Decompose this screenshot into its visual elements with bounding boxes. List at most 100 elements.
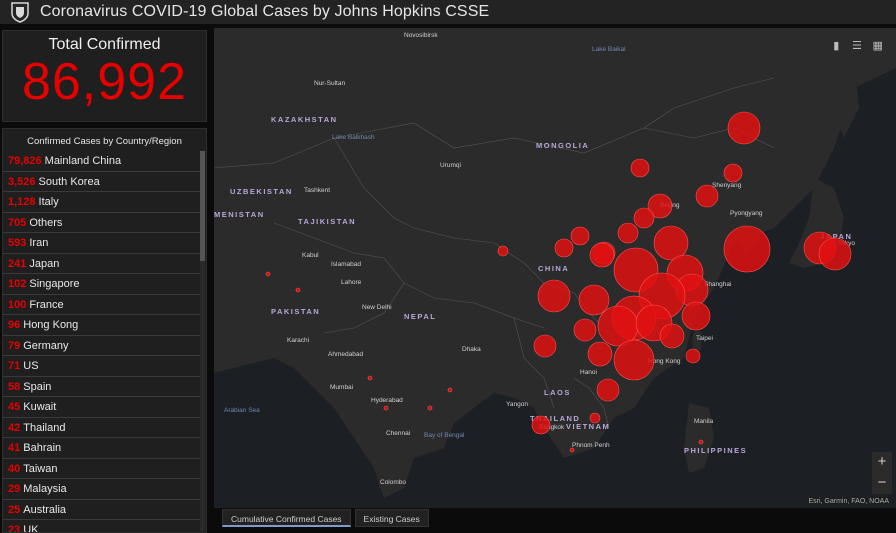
country-row[interactable]: 58 Spain <box>3 377 201 397</box>
total-confirmed-value: 86,992 <box>21 53 188 111</box>
tab-0[interactable]: Cumulative Confirmed Cases <box>222 509 351 527</box>
country-name: France <box>29 298 64 311</box>
case-bubble[interactable] <box>681 301 711 331</box>
country-case-count: 58 <box>8 380 21 393</box>
map-toolbar: ▮ ☰ ▦ <box>826 36 888 56</box>
country-name: UK <box>23 524 39 533</box>
country-row[interactable]: 40 Taiwan <box>3 459 201 479</box>
country-row[interactable]: 71 US <box>3 356 201 377</box>
country-name: Australia <box>23 503 67 516</box>
case-bubble[interactable] <box>587 341 613 367</box>
country-row[interactable]: 23 UK <box>3 520 201 533</box>
country-case-count: 79 <box>8 339 21 352</box>
case-bubble[interactable] <box>573 318 597 342</box>
tab-1[interactable]: Existing Cases <box>354 509 429 527</box>
case-bubble[interactable] <box>685 348 701 364</box>
case-bubble[interactable] <box>617 222 639 244</box>
country-case-count: 102 <box>8 278 27 290</box>
country-name: Kuwait <box>23 401 57 413</box>
case-bubble[interactable] <box>818 237 852 271</box>
country-name: Hong Kong <box>23 319 79 331</box>
case-bubble[interactable] <box>427 405 433 411</box>
country-list-scrollbar[interactable] <box>200 151 205 531</box>
case-bubble[interactable] <box>633 207 655 229</box>
country-name: Malaysia <box>23 483 67 495</box>
zoom-control: + − <box>872 452 892 494</box>
country-name: Mainland China <box>44 155 122 167</box>
case-bubble[interactable] <box>570 226 590 246</box>
case-bubble[interactable] <box>578 284 610 316</box>
country-case-count: 40 <box>8 462 21 475</box>
country-row[interactable]: 705 Others <box>3 213 201 233</box>
country-row[interactable]: 3,526 South Korea <box>3 172 201 192</box>
country-name: Japan <box>29 257 60 270</box>
case-bubble[interactable] <box>630 158 650 178</box>
country-case-count: 41 <box>8 442 21 454</box>
case-bubble[interactable] <box>613 339 655 381</box>
country-list[interactable]: 79,826 Mainland China 3,526 South Korea 1,12… <box>3 151 201 533</box>
map-attribution: Esri, Garmin, FAO, NOAA <box>805 497 892 506</box>
case-bubble[interactable] <box>383 405 389 411</box>
country-name: Thailand <box>23 421 66 434</box>
country-list-title: Confirmed Cases by Country/Region <box>27 136 182 147</box>
case-bubble[interactable] <box>265 271 271 277</box>
case-bubble[interactable] <box>447 387 453 393</box>
zoom-in-button[interactable]: + <box>872 452 892 473</box>
scrollbar-thumb[interactable] <box>200 151 205 261</box>
country-row[interactable]: 42 Thailand <box>3 418 201 438</box>
country-name: Italy <box>38 196 59 208</box>
country-row[interactable]: 29 Malaysia <box>3 479 201 500</box>
case-bubble[interactable] <box>727 111 761 145</box>
case-bubble[interactable] <box>698 439 704 445</box>
header-bar: Coronavirus COVID-19 Global Cases by Joh… <box>0 0 896 24</box>
country-name: US <box>23 360 39 372</box>
country-case-count: 25 <box>8 503 21 516</box>
country-case-count: 23 <box>8 524 21 533</box>
bookmark-icon[interactable]: ▮ <box>829 39 843 53</box>
country-row[interactable]: 79,826 Mainland China <box>3 151 201 172</box>
case-bubble[interactable] <box>533 334 557 358</box>
map-view[interactable]: Novosibirsk Lake Baikal Nur-Sultan KAZAK… <box>214 28 896 508</box>
case-bubble[interactable] <box>695 184 719 208</box>
country-list-panel: Confirmed Cases by Country/Region 79,826… <box>2 128 207 533</box>
case-bubble[interactable] <box>723 163 743 183</box>
case-bubble[interactable] <box>537 279 571 313</box>
country-case-count: 71 <box>8 360 21 372</box>
case-bubble[interactable] <box>589 412 601 424</box>
country-row[interactable]: 96 Hong Kong <box>3 315 201 336</box>
case-bubble[interactable] <box>554 238 574 258</box>
case-bubble[interactable] <box>531 415 551 435</box>
country-row[interactable]: 241 Japan <box>3 254 201 274</box>
country-case-count: 3,526 <box>8 175 36 188</box>
country-row[interactable]: 79 Germany <box>3 336 201 356</box>
case-bubble[interactable] <box>569 447 575 453</box>
country-name: Iran <box>29 237 49 249</box>
country-row[interactable]: 100 France <box>3 295 201 315</box>
country-row[interactable]: 1,128 Italy <box>3 192 201 213</box>
country-case-count: 241 <box>8 257 27 270</box>
country-case-count: 42 <box>8 421 21 434</box>
case-bubbles-layer[interactable] <box>214 28 896 508</box>
country-name: South Korea <box>38 175 100 188</box>
country-row[interactable]: 45 Kuwait <box>3 397 201 418</box>
country-case-count: 1,128 <box>8 196 36 208</box>
zoom-out-button[interactable]: − <box>872 473 892 494</box>
country-row[interactable]: 102 Singapore <box>3 274 201 295</box>
list-icon[interactable]: ☰ <box>850 39 864 53</box>
country-row[interactable]: 25 Australia <box>3 500 201 520</box>
case-bubble[interactable] <box>367 375 373 381</box>
case-bubble[interactable] <box>295 287 301 293</box>
country-name: Taiwan <box>23 462 58 475</box>
country-row[interactable]: 593 Iran <box>3 233 201 254</box>
grid-icon[interactable]: ▦ <box>871 39 885 53</box>
case-bubble[interactable] <box>497 245 509 257</box>
country-case-count: 100 <box>8 298 27 311</box>
total-confirmed-label: Total Confirmed <box>48 36 161 53</box>
country-row[interactable]: 41 Bahrain <box>3 438 201 459</box>
case-bubble[interactable] <box>659 323 685 349</box>
case-bubble[interactable] <box>589 242 615 268</box>
country-name: Spain <box>23 380 52 393</box>
case-bubble[interactable] <box>596 378 620 402</box>
case-bubble[interactable] <box>723 225 771 273</box>
country-case-count: 593 <box>8 237 27 249</box>
